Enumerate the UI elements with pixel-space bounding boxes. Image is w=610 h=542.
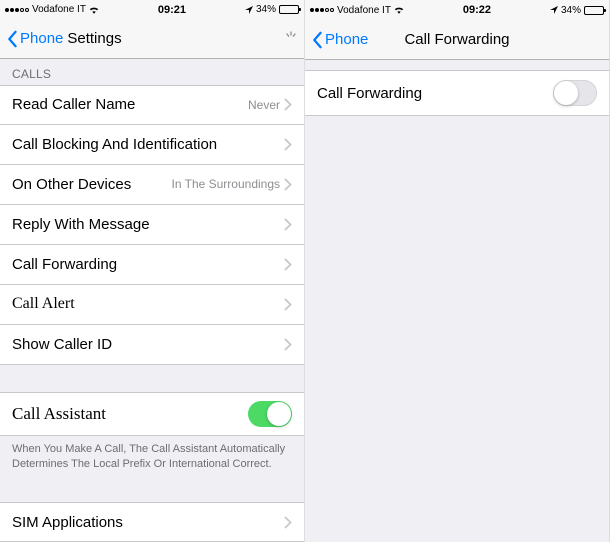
chevron-right-icon xyxy=(284,298,292,311)
chevron-right-icon xyxy=(284,338,292,351)
chevron-right-icon xyxy=(284,178,292,191)
back-button[interactable]: Phone xyxy=(311,31,368,49)
row-call-forwarding[interactable]: Call Forwarding xyxy=(0,245,304,285)
row-on-other-devices[interactable]: On Other Devices In The Surroundings xyxy=(0,165,304,205)
screen-left: Vodafone IT 09:21 34% Phone Settings CAL… xyxy=(0,0,305,542)
signal-strength-icon xyxy=(5,8,29,12)
screen-right: Vodafone IT 09:22 34% Phone Call Forward… xyxy=(305,0,610,542)
nav-bar: Phone Settings xyxy=(0,20,304,59)
chevron-right-icon xyxy=(284,516,292,529)
back-label: Phone xyxy=(20,30,63,47)
battery-percentage: 34% xyxy=(256,4,276,15)
row-value: Never xyxy=(248,98,284,112)
status-bar: Vodafone IT 09:21 34% xyxy=(0,0,304,20)
row-label: Show Caller ID xyxy=(12,336,112,353)
row-label: Call Forwarding xyxy=(12,256,117,273)
row-show-caller-id[interactable]: Show Caller ID xyxy=(0,325,304,365)
row-read-caller-name[interactable]: Read Caller Name Never xyxy=(0,85,304,125)
back-label: Phone xyxy=(325,31,368,48)
battery-percentage: 34% xyxy=(561,5,581,16)
row-value: In The Surroundings xyxy=(171,177,284,191)
row-call-assistant[interactable]: Call Assistant xyxy=(0,392,304,436)
chevron-right-icon xyxy=(284,258,292,271)
nav-title: Settings xyxy=(67,30,121,47)
row-label: Read Caller Name xyxy=(12,96,135,113)
chevron-right-icon xyxy=(284,98,292,111)
chevron-left-icon xyxy=(6,30,18,48)
nav-title: Call Forwarding xyxy=(404,31,509,48)
carrier-label: Vodafone IT xyxy=(337,5,391,16)
row-call-alert[interactable]: Call Alert xyxy=(0,285,304,325)
status-bar: Vodafone IT 09:22 34% xyxy=(305,0,609,20)
row-label: Call Alert xyxy=(12,295,75,313)
row-label: SIM Applications xyxy=(12,514,123,531)
location-icon xyxy=(245,6,253,14)
battery-icon xyxy=(584,6,604,15)
row-call-blocking[interactable]: Call Blocking And Identification xyxy=(0,125,304,165)
nav-bar: Phone Call Forwarding xyxy=(305,20,609,60)
location-icon xyxy=(550,6,558,14)
row-call-forwarding-toggle[interactable]: Call Forwarding xyxy=(305,70,609,116)
back-button[interactable]: Phone xyxy=(6,30,63,48)
chevron-left-icon xyxy=(311,31,323,49)
row-label: Call Forwarding xyxy=(317,85,422,102)
wifi-icon xyxy=(394,6,404,14)
loading-indicator-icon xyxy=(284,31,298,47)
call-forwarding-toggle[interactable] xyxy=(553,80,597,106)
status-time: 09:21 xyxy=(158,4,186,16)
call-assistant-footer: When You Make A Call, The Call Assistant… xyxy=(0,436,304,482)
chevron-right-icon xyxy=(284,218,292,231)
row-sim-applications[interactable]: SIM Applications xyxy=(0,502,304,542)
row-label: Call Blocking And Identification xyxy=(12,136,217,153)
wifi-icon xyxy=(89,6,99,14)
carrier-label: Vodafone IT xyxy=(32,4,86,15)
row-reply-with-message[interactable]: Reply With Message xyxy=(0,205,304,245)
chevron-right-icon xyxy=(284,138,292,151)
row-label: Reply With Message xyxy=(12,216,150,233)
call-assistant-toggle[interactable] xyxy=(248,401,292,427)
row-label: On Other Devices xyxy=(12,176,131,193)
section-header-calls: CALLS xyxy=(0,59,304,85)
battery-icon xyxy=(279,5,299,14)
signal-strength-icon xyxy=(310,8,334,12)
status-time: 09:22 xyxy=(463,4,491,16)
row-label: Call Assistant xyxy=(12,404,106,424)
